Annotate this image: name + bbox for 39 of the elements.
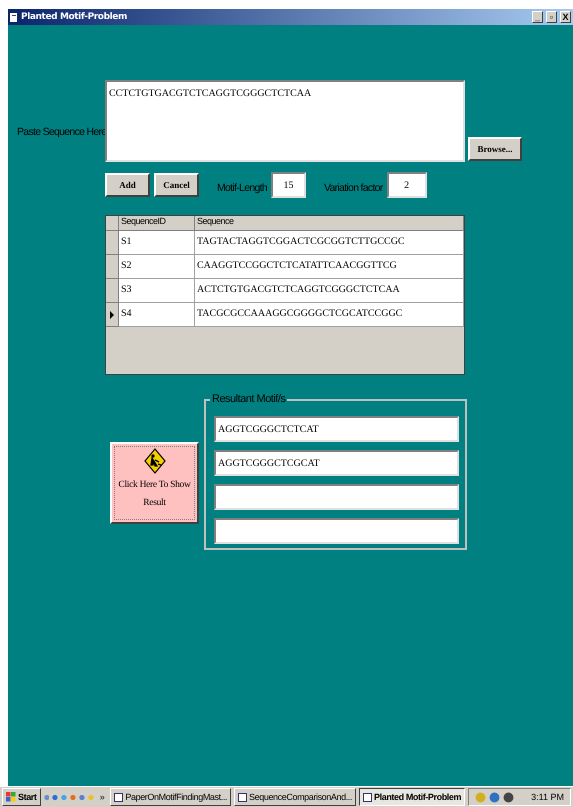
minimize-button[interactable]: _ bbox=[532, 11, 543, 23]
field-label: Variation factor bbox=[324, 182, 383, 194]
motif-field[interactable] bbox=[214, 484, 459, 510]
show-result-button[interactable]: Click Here To Show Result bbox=[110, 442, 199, 524]
cancel-button[interactable]: Cancel bbox=[154, 173, 199, 197]
window-icon bbox=[363, 792, 372, 802]
browse-button[interactable]: Browse... bbox=[468, 137, 522, 161]
table-cell: S4 bbox=[119, 303, 195, 327]
table-cell: S3 bbox=[119, 279, 195, 303]
window-icon bbox=[238, 792, 248, 802]
add-button[interactable]: Add bbox=[105, 173, 150, 197]
table-cell: TACGCGCCAAAGGCGGGGCTCGCATCCGGC bbox=[195, 303, 464, 327]
motif-length-field[interactable]: 15 bbox=[270, 172, 306, 198]
table-cell: S1 bbox=[119, 231, 195, 255]
table-cell: CAAGGTCCGGCTCTCATATTCAACGGTTCG bbox=[195, 255, 464, 279]
variation-field[interactable]: 2 bbox=[386, 172, 427, 198]
taskbar-task[interactable]: SequenceComparisonAnd... bbox=[234, 788, 356, 806]
motif-field[interactable]: AGGTCGGGCTCTCAT bbox=[214, 416, 459, 442]
window-title: Planted Motif-Problem bbox=[21, 12, 128, 22]
sequence-field[interactable]: CCTCTGTGACGTCTCAGGTCGGGCTCTCAA bbox=[105, 80, 465, 162]
group-title: Resultant Motif/s bbox=[210, 393, 288, 405]
start-button[interactable]: Start bbox=[2, 788, 41, 806]
worker-sign-icon bbox=[144, 448, 166, 474]
taskbar-task[interactable]: Planted Motif-Problem bbox=[359, 788, 466, 806]
table-cell: ACTCTGTGACGTCTCAGGTCGGGCTCTCAA bbox=[195, 279, 464, 303]
motif-field[interactable] bbox=[214, 518, 459, 544]
clock: 3:11 PM bbox=[531, 792, 564, 802]
row-selector[interactable] bbox=[106, 303, 119, 327]
restore-button[interactable]: ▫ bbox=[546, 11, 557, 23]
field-label: Motif-Length bbox=[217, 182, 267, 194]
table-cell: TAGTACTAGGTCGGACTCGCGGTCTTGCCGC bbox=[195, 231, 464, 255]
window-icon bbox=[114, 792, 124, 802]
table-cell: S2 bbox=[119, 255, 195, 279]
taskbar-task[interactable]: PaperOnMotifFindingMast... bbox=[110, 788, 232, 806]
current-row-icon bbox=[110, 310, 114, 318]
windows-logo-icon bbox=[6, 792, 16, 802]
motif-field[interactable]: AGGTCGGGCTCGCAT bbox=[214, 450, 459, 476]
close-button[interactable]: X bbox=[560, 11, 571, 23]
app-icon bbox=[10, 12, 18, 22]
